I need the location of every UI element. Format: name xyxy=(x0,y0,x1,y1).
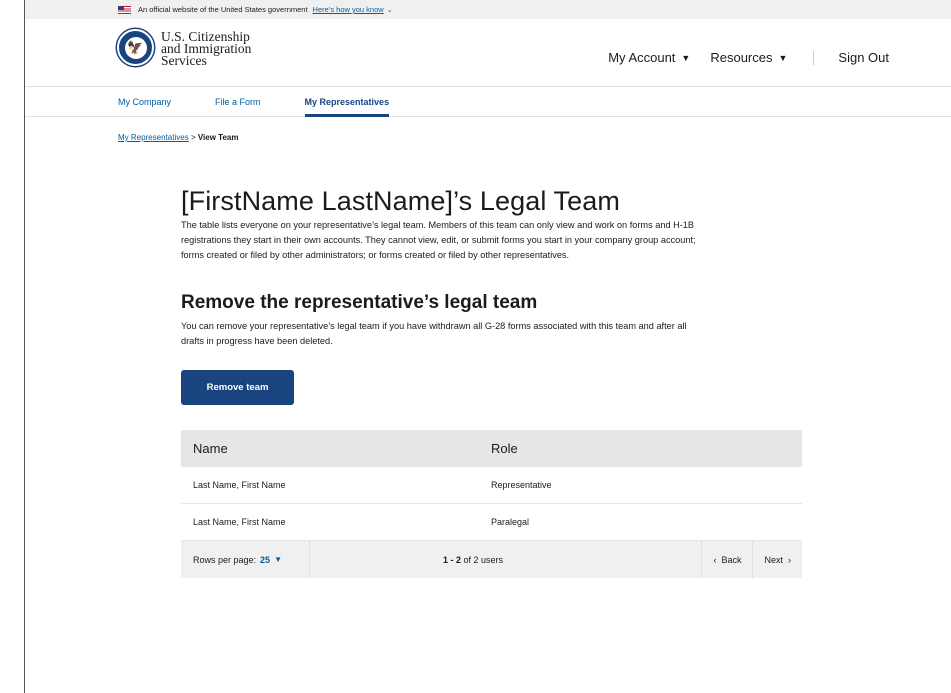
cell-name: Last Name, First Name xyxy=(193,480,286,490)
breadcrumb-current: View Team xyxy=(197,133,239,142)
table-header: Name Role xyxy=(181,430,802,467)
nav-divider xyxy=(813,50,815,65)
cell-role: Paralegal xyxy=(491,517,530,527)
column-header-role[interactable]: Role xyxy=(491,441,518,456)
rows-per-page-select[interactable]: Rows per page: 25 ▼ xyxy=(181,541,310,578)
description-line: drafts in progress have been deleted. xyxy=(181,336,333,346)
page-title: [FirstName LastName]’s Legal Team xyxy=(181,186,620,216)
gov-banner: An official website of the United States… xyxy=(25,0,951,19)
tab-my-company[interactable]: My Company xyxy=(118,87,171,116)
back-button[interactable]: ‹ Back xyxy=(701,541,752,578)
page-frame: An official website of the United States… xyxy=(24,0,951,693)
breadcrumb-my-representatives[interactable]: My Representatives xyxy=(118,133,189,142)
main-content: [FirstName LastName]’s Legal Team The ta… xyxy=(181,186,806,405)
results-range: 1 - 2 xyxy=(443,554,462,565)
agency-logo-text[interactable]: U.S. Citizenship and Immigration Service… xyxy=(161,30,251,68)
gov-banner-text: An official website of the United States… xyxy=(138,5,308,14)
tab-my-representatives[interactable]: My Representatives xyxy=(304,87,389,117)
intro-text: The table lists everyone on your represe… xyxy=(181,218,806,263)
results-count: 1 - 2 of 2 users xyxy=(443,555,503,565)
table-pagination: Rows per page: 25 ▼ 1 - 2 of 2 users ‹ B… xyxy=(181,541,802,578)
my-account-menu[interactable]: My Account ▼ xyxy=(608,50,690,65)
tab-file-a-form[interactable]: File a Form xyxy=(215,87,261,116)
column-header-name[interactable]: Name xyxy=(181,441,491,456)
intro-line: forms created or filed by other administ… xyxy=(181,250,570,260)
legal-team-table: Name Role Last Name, First Name Represen… xyxy=(181,430,802,578)
back-label: Back xyxy=(721,554,742,565)
heres-how-you-know-link[interactable]: Here’s how you know xyxy=(313,5,384,14)
remove-section-description: You can remove your representative’s leg… xyxy=(181,319,806,349)
table-row: Last Name, First Name Representative xyxy=(181,467,802,504)
agency-line-3: Services xyxy=(161,53,207,68)
next-button[interactable]: Next › xyxy=(752,541,802,578)
caret-down-icon: ▼ xyxy=(681,52,691,63)
us-flag-icon xyxy=(118,5,131,14)
resources-label: Resources xyxy=(710,50,773,65)
pager: ‹ Back Next › xyxy=(701,541,802,578)
primary-tabs: My Company File a Form My Representative… xyxy=(25,86,951,117)
breadcrumb: My Representatives > View Team xyxy=(118,133,238,142)
resources-menu[interactable]: Resources ▼ xyxy=(710,50,787,65)
intro-line: The table lists everyone on your represe… xyxy=(181,220,695,230)
site-header: 🦅 U.S. Citizenship and Immigration Servi… xyxy=(25,19,951,86)
table-row: Last Name, First Name Paralegal xyxy=(181,504,802,541)
rows-per-page-label: Rows per page: xyxy=(193,554,257,565)
caret-down-icon: ▼ xyxy=(778,52,788,63)
chevron-down-icon[interactable]: ⌄ xyxy=(387,6,393,14)
header-nav: My Account ▼ Resources ▼ Sign Out xyxy=(608,50,889,65)
remove-team-button[interactable]: Remove team xyxy=(181,370,294,405)
sign-out-link[interactable]: Sign Out xyxy=(838,50,889,65)
caret-down-icon: ▼ xyxy=(274,555,282,564)
my-account-label: My Account xyxy=(608,50,676,65)
results-total: of 2 users xyxy=(463,554,504,565)
intro-line: registrations they start in their own ac… xyxy=(181,235,696,245)
remove-section-title: Remove the representative’s legal team xyxy=(181,292,538,313)
cell-name: Last Name, First Name xyxy=(193,517,286,527)
dhs-seal-icon[interactable]: 🦅 xyxy=(117,29,154,66)
description-line: You can remove your representative’s leg… xyxy=(181,321,687,331)
breadcrumb-separator: > xyxy=(190,133,196,142)
cell-role: Representative xyxy=(491,480,552,490)
rows-per-page-value: 25 xyxy=(260,554,271,565)
chevron-left-icon: ‹ xyxy=(713,554,717,565)
chevron-right-icon: › xyxy=(788,554,791,565)
next-label: Next xyxy=(764,554,783,565)
